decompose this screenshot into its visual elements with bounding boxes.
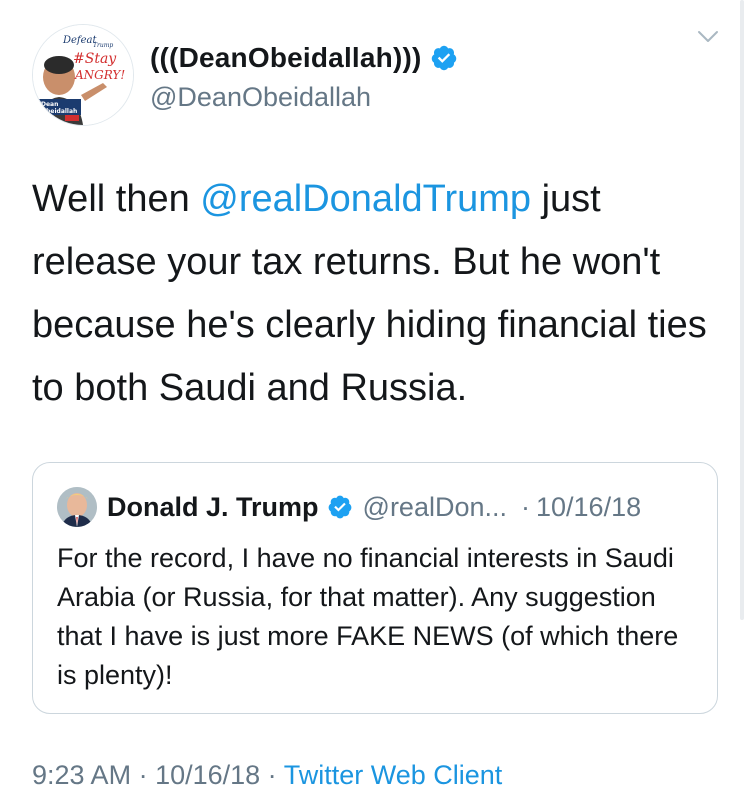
quoted-tweet-header: Donald J. Trump @realDon... · 10/16/18 bbox=[57, 487, 641, 527]
avatar-text-dean: Dean bbox=[41, 101, 58, 108]
chevron-down-icon[interactable] bbox=[696, 24, 720, 48]
avatar-text-trump: Trump bbox=[93, 42, 113, 49]
quoted-author-avatar bbox=[57, 487, 97, 527]
mention-link[interactable]: @realDonaldTrump bbox=[200, 178, 531, 220]
verified-badge-icon bbox=[431, 45, 456, 71]
display-name-row: (((DeanObeidallah))) bbox=[150, 40, 458, 76]
footer-separator-2: · bbox=[260, 760, 284, 790]
avatar-text-angry: ANGRY! bbox=[74, 68, 125, 82]
footer-separator-1: · bbox=[131, 760, 156, 790]
author-avatar-image: Defeat Trump #Stay ANGRY! Dean Obeidalla… bbox=[33, 25, 133, 125]
tweet-header: Defeat Trump #Stay ANGRY! Dean Obeidalla… bbox=[32, 24, 750, 128]
author-display-name[interactable]: (((DeanObeidallah))) bbox=[150, 42, 422, 74]
tweet-time[interactable]: 9:23 AM bbox=[32, 760, 131, 790]
quoted-author-display-name: Donald J. Trump bbox=[107, 491, 319, 522]
quoted-tweet-text: For the record, I have no financial inte… bbox=[57, 543, 679, 690]
tweet-card: Defeat Trump #Stay ANGRY! Dean Obeidalla… bbox=[0, 0, 750, 812]
author-handle[interactable]: @DeanObeidallah bbox=[150, 82, 458, 113]
quoted-verified-badge-icon bbox=[328, 495, 351, 519]
tweet-text-intro: Well then bbox=[32, 178, 201, 220]
quoted-author-avatar-image bbox=[57, 487, 97, 527]
quoted-separator: · bbox=[521, 491, 530, 522]
avatar-text-stay: #Stay bbox=[73, 51, 117, 67]
quoted-tweet-card[interactable]: Donald J. Trump @realDon... · 10/16/18 F… bbox=[32, 462, 718, 714]
quoted-tweet-date: 10/16/18 bbox=[536, 491, 642, 522]
tweet-date[interactable]: 10/16/18 bbox=[155, 760, 260, 790]
avatar-text-obeidallah: Obeidallah bbox=[41, 108, 77, 115]
author-avatar[interactable]: Defeat Trump #Stay ANGRY! Dean Obeidalla… bbox=[32, 24, 134, 126]
tweet-footer: 9:23 AM · 10/16/18 · Twitter Web Client bbox=[32, 760, 502, 791]
tweet-text: Well then @realDonaldTrump just release … bbox=[32, 168, 722, 420]
tweet-source-link[interactable]: Twitter Web Client bbox=[284, 760, 503, 790]
quoted-author-handle: @realDon... bbox=[362, 491, 507, 522]
author-names: (((DeanObeidallah))) @DeanObeidallah bbox=[150, 40, 458, 113]
